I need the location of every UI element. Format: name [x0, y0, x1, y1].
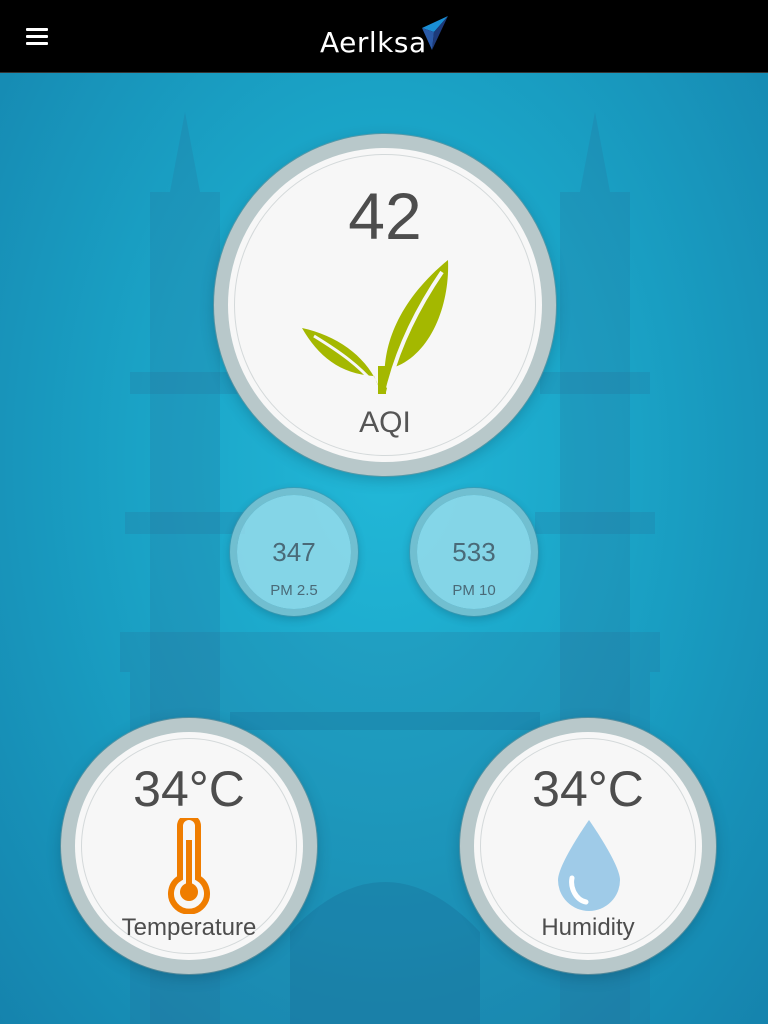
paper-plane-logo-icon — [422, 16, 448, 50]
brand-name: Aerlksa — [320, 26, 427, 59]
pm10-gauge[interactable]: 533 PM 10 — [417, 495, 531, 609]
pm25-gauge[interactable]: 347 PM 2.5 — [237, 495, 351, 609]
humidity-label: Humidity — [541, 914, 635, 941]
aqi-gauge[interactable]: 42 AQI — [228, 148, 542, 462]
hamburger-menu-icon[interactable] — [22, 24, 56, 50]
water-drop-icon — [558, 820, 620, 911]
humidity-value: 34°C — [532, 761, 644, 817]
brand-logo: Aerlksa — [320, 16, 448, 60]
pm10-label: PM 10 — [452, 582, 496, 599]
top-bar: Aerlksa — [0, 0, 768, 73]
humidity-gauge[interactable]: 34°C Humidity — [474, 732, 702, 960]
leaf-icon — [302, 260, 449, 394]
pm25-value: 347 — [272, 537, 316, 567]
thermometer-icon — [168, 818, 210, 914]
pm10-value: 533 — [452, 537, 496, 567]
temperature-value: 34°C — [133, 761, 245, 817]
aqi-label: AQI — [359, 406, 411, 439]
aqi-value: 42 — [348, 179, 422, 253]
temperature-label: Temperature — [121, 914, 257, 941]
temperature-gauge[interactable]: 34°C Temperature — [75, 732, 303, 960]
pm25-label: PM 2.5 — [270, 582, 318, 599]
